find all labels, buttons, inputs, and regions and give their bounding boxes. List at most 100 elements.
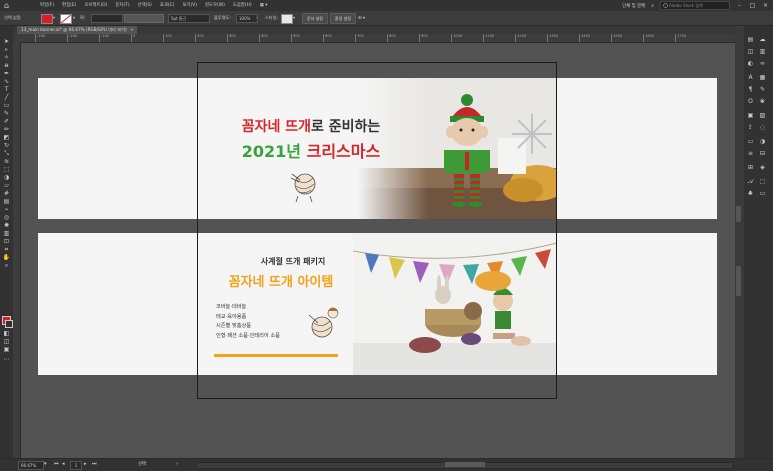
stroke-swatch[interactable] — [60, 14, 72, 24]
layers-icon[interactable]: ◫ — [746, 48, 755, 55]
asset-export-icon[interactable]: ⬚ — [758, 178, 767, 185]
style-swatch[interactable] — [281, 14, 293, 24]
swatches-icon[interactable]: ▦ — [758, 74, 767, 81]
more-tools-icon[interactable]: ⋯ — [2, 356, 11, 363]
image-trace-icon[interactable]: ▣ — [746, 112, 755, 119]
workspace-label[interactable]: 단체 및 분배 — [622, 3, 645, 9]
rotate-icon[interactable]: ↻ — [2, 142, 11, 149]
pencil-icon[interactable]: ✏ — [2, 126, 11, 133]
eraser-icon[interactable]: ◩ — [2, 134, 11, 141]
links-icon[interactable]: ∞ — [758, 60, 767, 67]
pen-tool-icon[interactable]: ✒ — [2, 70, 11, 77]
dock-grip[interactable] — [736, 206, 741, 222]
stroke-weight-field[interactable] — [91, 14, 123, 23]
lasso-icon[interactable]: ꝋ — [2, 62, 11, 69]
stroke-dropdown-icon[interactable]: ▾ — [73, 14, 75, 22]
shape-builder-icon[interactable]: ◑ — [2, 174, 11, 181]
horizontal-scrollbar-thumb[interactable] — [445, 462, 485, 467]
draw-mode-icon[interactable]: ◫ — [2, 338, 11, 345]
maximize-icon[interactable]: □ — [749, 2, 756, 9]
menu-effect[interactable]: 효과(C) — [156, 0, 179, 11]
doc-setup-button[interactable]: 문서 설정 — [302, 13, 328, 24]
navigator-icon[interactable]: ▭ — [758, 190, 767, 197]
artboard-tool-icon[interactable]: ⊡ — [2, 238, 11, 245]
color-mode-icon[interactable]: ◧ — [2, 330, 11, 337]
last-artboard-icon[interactable]: ⏭ — [92, 460, 97, 469]
menu-edit[interactable]: 편집(E) — [58, 0, 80, 11]
paintbrush-icon[interactable]: ✎ — [2, 110, 11, 117]
align-icon[interactable]: ⊟ — [758, 150, 767, 157]
home-icon[interactable]: ⌂ — [4, 1, 13, 10]
export-icon[interactable]: ⇪ — [746, 124, 755, 131]
graph-tool-icon[interactable]: ▥ — [2, 230, 11, 237]
paragraph-icon[interactable]: ¶ — [746, 86, 755, 93]
menu-type[interactable]: 문자(T) — [111, 0, 133, 11]
workspace-switcher-icon[interactable]: ▦ ▾ — [256, 0, 272, 11]
menu-select[interactable]: 선택(S) — [134, 0, 156, 11]
libraries-icon[interactable]: ☁ — [758, 36, 767, 43]
pathfinder-icon[interactable]: ◈ — [758, 164, 767, 171]
graphic-styles-icon[interactable]: ▧ — [758, 112, 767, 119]
document-tab[interactable]: 13_main banner.ai* @ 66.67% (RGB/GPU 미리 … — [17, 26, 137, 34]
eyedropper-icon[interactable]: ⌁ — [2, 206, 11, 213]
prefs-button[interactable]: 환경 설정 — [330, 13, 356, 24]
line-tool-icon[interactable]: ╱ — [2, 94, 11, 101]
mesh-icon[interactable]: # — [2, 190, 11, 197]
opacity-arrow-icon[interactable]: › — [256, 14, 258, 22]
warp-icon[interactable]: ≋ — [2, 158, 11, 165]
curvature-icon[interactable]: ∿ — [2, 78, 11, 85]
variable-width-field[interactable] — [124, 14, 164, 23]
zoom-dropdown-icon[interactable]: ▾ — [44, 460, 47, 469]
magic-wand-icon[interactable]: ✧ — [2, 54, 11, 61]
zoom-tool-icon[interactable]: ⌕ — [2, 262, 11, 269]
direct-selection-tool-icon[interactable]: ▹ — [2, 46, 11, 53]
artboards-icon[interactable]: ▥ — [758, 48, 767, 55]
color-panel-icon[interactable]: ◐ — [746, 60, 755, 67]
opentype-icon[interactable]: O — [746, 98, 755, 105]
horizontal-ruler[interactable]: -300 -200 -100 0 100 200 300 400 500 600… — [13, 34, 735, 43]
stock-search-input[interactable]: Adobe Stock 검색 — [660, 1, 730, 10]
appearance-icon[interactable]: ◌ — [758, 124, 767, 131]
fill-swatch[interactable] — [41, 14, 53, 24]
properties-icon[interactable]: ▤ — [746, 36, 755, 43]
transparency-icon[interactable]: ◑ — [758, 138, 767, 145]
stroke-panel-icon[interactable]: ≡ — [746, 150, 755, 157]
status-menu-icon[interactable]: › — [176, 460, 178, 469]
menu-help[interactable]: 도움말(H) — [229, 0, 256, 11]
next-artboard-icon[interactable]: ▸ — [84, 460, 87, 469]
zoom-field[interactable]: 66.67% — [18, 461, 44, 470]
artboard-knitting-items-banner[interactable]: 사계절 뜨개 패키지 꼼자네 뜨개 아이템 코바늘·대바늘 태교·육아용품 시즌… — [38, 233, 717, 375]
selection-tool-icon[interactable]: ➤ — [2, 38, 11, 45]
scale-icon[interactable]: ⤡ — [2, 150, 11, 157]
symbols-icon[interactable]: ❀ — [758, 98, 767, 105]
gradient-icon[interactable]: ▤ — [2, 198, 11, 205]
slice-icon[interactable]: ⌗ — [2, 246, 11, 253]
menu-window[interactable]: 윈도우(W) — [201, 0, 229, 11]
canvas-scrollbar-thumb[interactable] — [736, 266, 741, 296]
gradient-panel-icon[interactable]: ▭ — [746, 138, 755, 145]
free-transform-icon[interactable]: ⬚ — [2, 166, 11, 173]
menu-file[interactable]: 파일(F) — [36, 0, 58, 11]
first-artboard-icon[interactable]: ⏮ — [54, 460, 59, 469]
stroke-color-icon[interactable] — [5, 320, 13, 328]
character-icon[interactable]: A — [746, 74, 755, 81]
blend-icon[interactable]: ◎ — [2, 214, 11, 221]
brushes-icon[interactable]: ✎ — [758, 86, 767, 93]
shaper-icon[interactable]: ✐ — [2, 118, 11, 125]
close-icon[interactable]: × — [762, 2, 769, 9]
perspective-icon[interactable]: ▱ — [2, 182, 11, 189]
screen-mode-icon[interactable]: ▣ — [2, 346, 11, 353]
hand-tool-icon[interactable]: ✋ — [2, 254, 11, 261]
arrange-icon[interactable]: ⊞ ▾ — [358, 14, 365, 22]
type-tool-icon[interactable]: T — [2, 86, 11, 93]
minimize-icon[interactable]: – — [736, 2, 743, 9]
tab-close-icon[interactable]: × — [130, 26, 134, 34]
opacity-field[interactable]: 100% — [236, 14, 258, 23]
artboard-number-field[interactable]: 1 — [70, 461, 82, 470]
right-dock-collapse-bar[interactable] — [735, 26, 744, 458]
style-dropdown-icon[interactable]: ▾ — [293, 14, 295, 22]
artboard-christmas-banner[interactable]: 꼼자네 뜨개로 준비하는 2021년 크리스마스 — [38, 78, 717, 219]
transform-icon[interactable]: ⊞ — [746, 164, 755, 171]
fill-dropdown-icon[interactable]: ▾ — [53, 14, 55, 22]
prev-artboard-icon[interactable]: ◂ — [62, 460, 65, 469]
